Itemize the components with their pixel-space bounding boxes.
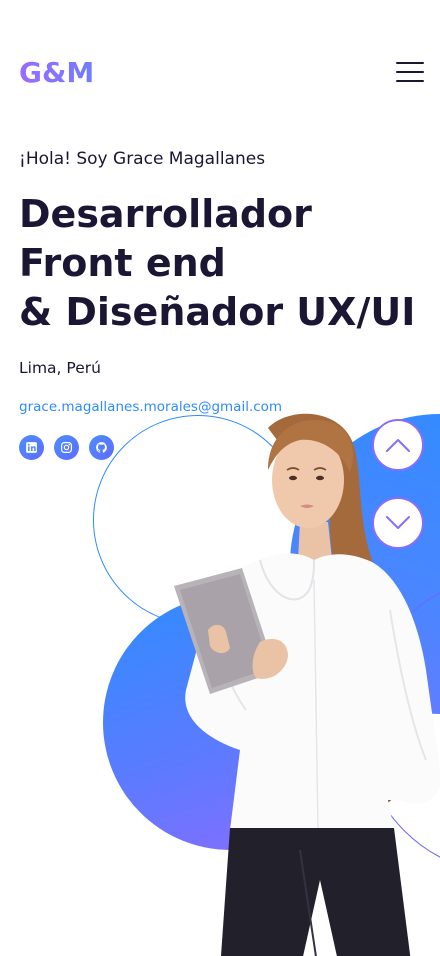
headline: Desarrollador Front end & Diseñador UX/U… <box>19 190 429 337</box>
brand-logo[interactable]: G&M <box>19 56 94 89</box>
chevron-up-icon <box>386 439 410 452</box>
chevron-down-icon <box>386 516 410 529</box>
woman-with-tablet-image <box>174 413 440 956</box>
headline-line-3: & Diseñador UX/UI <box>19 290 416 334</box>
location-text: Lima, Perú <box>19 359 101 377</box>
scroll-up-button[interactable] <box>372 419 424 471</box>
hamburger-menu-icon[interactable] <box>396 62 424 82</box>
headline-line-1: Desarrollador <box>19 192 312 236</box>
scroll-down-button[interactable] <box>372 497 424 549</box>
hero-illustration <box>0 400 440 956</box>
greeting-text: ¡Hola! Soy Grace Magallanes <box>19 149 266 169</box>
headline-line-2: Front end <box>19 241 226 285</box>
